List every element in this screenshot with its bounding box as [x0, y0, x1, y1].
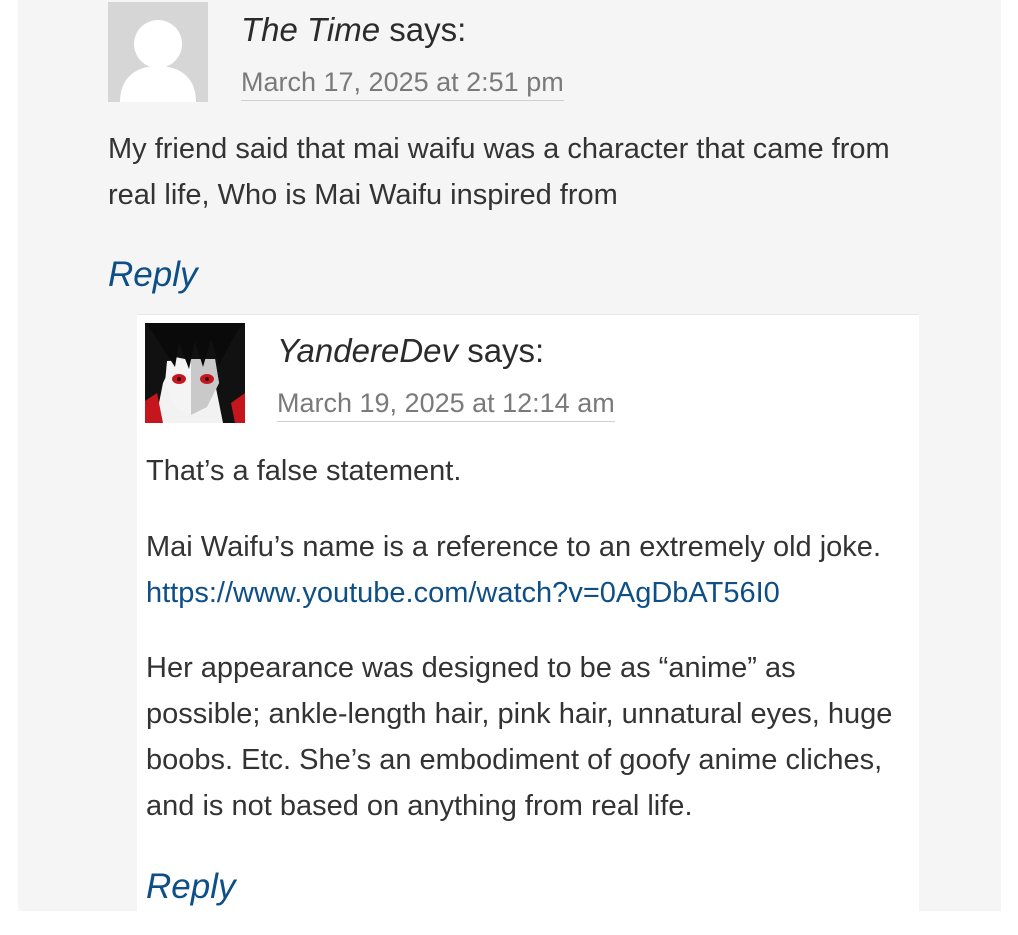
says-label: says:	[389, 11, 467, 48]
comment-author-line: The Time says:	[241, 10, 466, 50]
reply-button[interactable]: Reply	[146, 867, 235, 907]
default-user-avatar-icon	[108, 2, 208, 102]
reply-button[interactable]: Reply	[108, 255, 197, 295]
comment-author-name: The Time	[241, 11, 381, 48]
comment-text: My friend said that mai waifu was a char…	[108, 133, 890, 211]
says-label: says:	[467, 332, 545, 369]
comment-author-line: YandereDev says:	[277, 331, 544, 371]
youtube-link[interactable]: https://www.youtube.com/watch?v=0AgDbAT5…	[146, 577, 780, 609]
comment-author-name: YandereDev	[277, 332, 459, 369]
comment-paragraph-2: Mai Waifu’s name is a reference to an ex…	[146, 524, 906, 616]
comment-paragraph-1: That’s a false statement.	[146, 455, 462, 487]
comment-date-link[interactable]: March 19, 2025 at 12:14 am	[277, 387, 615, 422]
comment-paragraph-3: Her appearance was designed to be as “an…	[146, 652, 893, 822]
anime-character-avatar-icon	[145, 323, 245, 423]
paragraph-text: Mai Waifu’s name is a reference to an ex…	[146, 531, 881, 563]
comment-date-link[interactable]: March 17, 2025 at 2:51 pm	[241, 66, 564, 101]
